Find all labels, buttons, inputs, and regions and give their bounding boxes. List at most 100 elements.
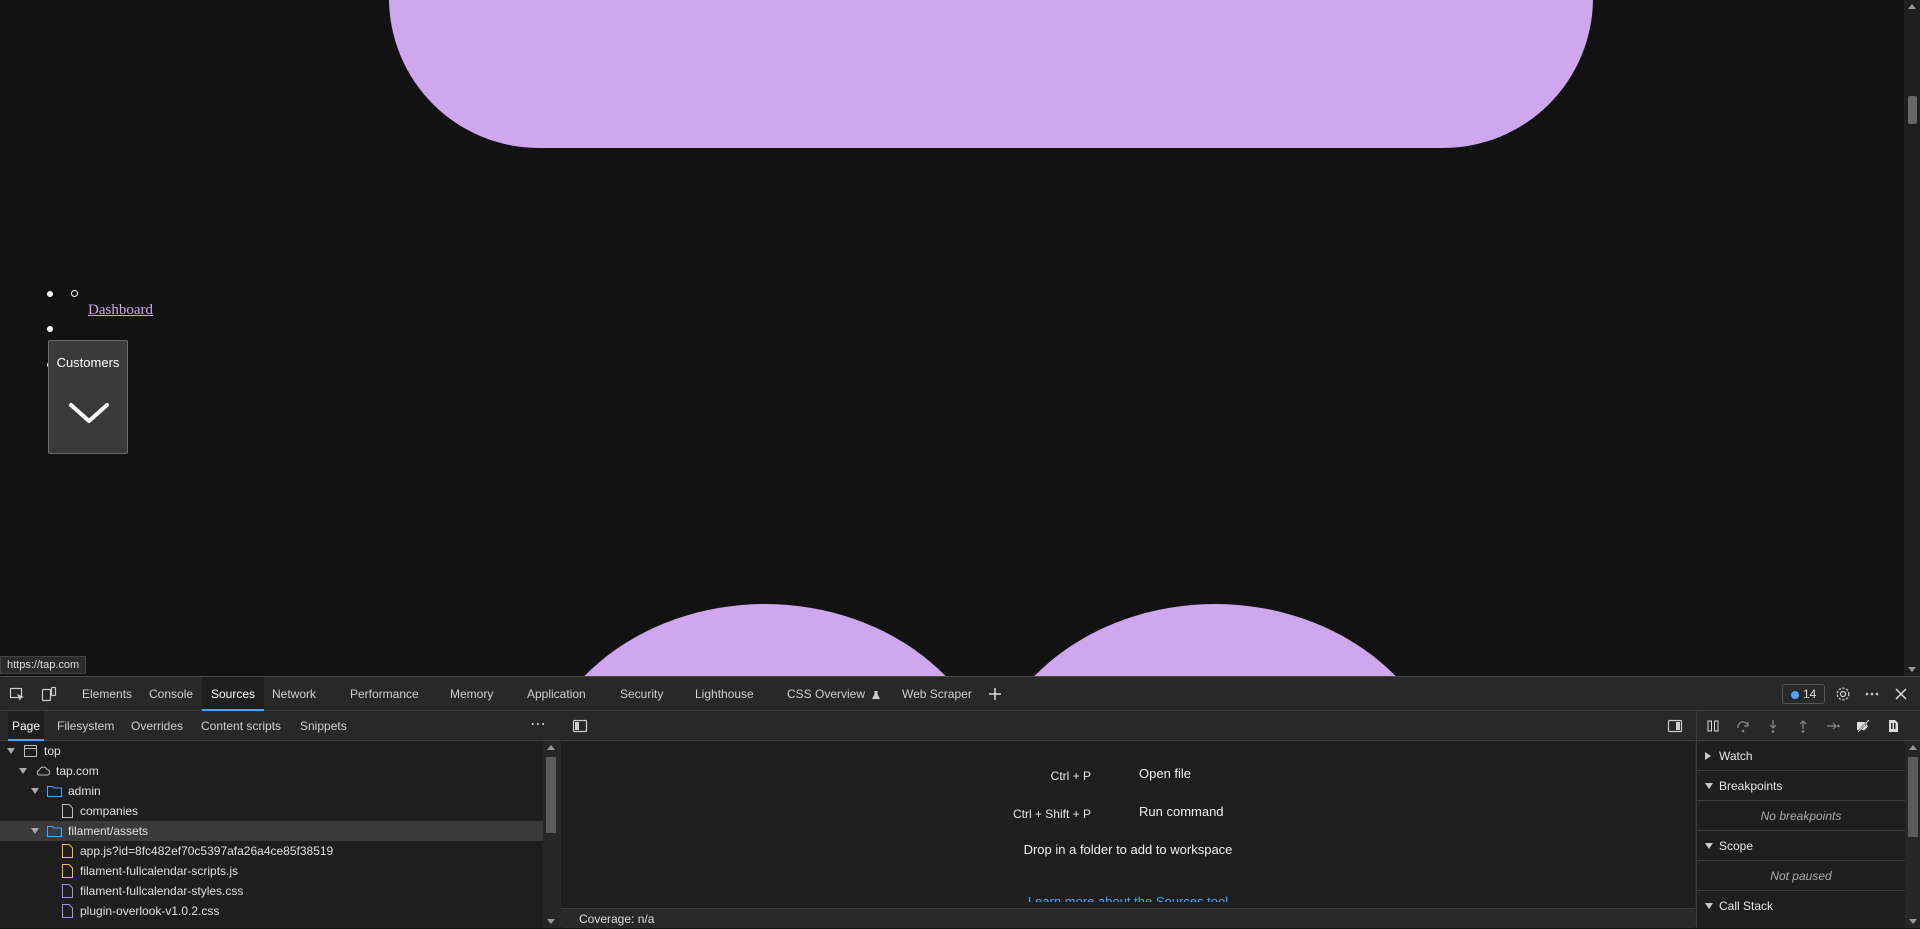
scroll-up-icon[interactable] [1909,745,1917,750]
tab-sources[interactable]: Sources [202,677,265,711]
breakpoints-label: Breakpoints [1719,779,1783,793]
expand-triangle-icon [1705,783,1713,789]
tree-item-domain[interactable]: tap.com [0,761,543,781]
page-scrollbar-thumb[interactable] [1908,96,1917,124]
customers-menu-button[interactable]: Customers [48,340,128,454]
devtools-tabbar: Elements Console Sources Network Perform… [0,677,1920,711]
experiment-flask-icon [872,690,881,699]
debugger-scrollbar[interactable] [1905,741,1920,928]
customers-label: Customers [56,355,120,370]
tree-item-label: tap.com [56,764,99,778]
tree-item-label: filament-fullcalendar-scripts.js [80,864,239,878]
tree-item-label: filament/assets [68,824,149,838]
tree-item-file[interactable]: app.js?id=8fc482ef70c5397afa26a4ce85f385… [0,841,543,861]
tree-item-file[interactable]: companies [0,801,543,821]
tab-network[interactable]: Network [264,677,324,711]
status-url-tooltip: https://tap.com [0,656,87,674]
tree-item-folder[interactable]: admin [0,781,543,801]
tab-performance[interactable]: Performance [342,677,427,711]
tab-application[interactable]: Application [519,677,594,711]
device-toolbar-icon[interactable] [41,686,57,702]
expand-triangle-icon[interactable] [31,828,39,834]
sub-list-bullet [71,290,78,297]
more-options-icon[interactable] [1864,686,1880,702]
coverage-status: Coverage: n/a [561,908,1695,928]
js-file-icon [62,844,73,858]
tab-security[interactable]: Security [612,677,671,711]
tree-item-label: plugin-overlook-v1.0.2.css [80,904,220,918]
watch-label: Watch [1719,749,1753,763]
tab-lighthouse[interactable]: Lighthouse [687,677,762,711]
navigator-subtabs: Page Filesystem Overrides Content script… [0,711,560,741]
scroll-down-icon[interactable] [547,919,555,924]
tree-item-label: filament-fullcalendar-styles.css [80,884,244,898]
page-viewport: Dashboard Customers https://tap.com [0,0,1920,676]
more-tabs-icon[interactable]: ⋯ [530,711,546,741]
tree-item-file[interactable]: filament-fullcalendar-styles.css [0,881,543,901]
pause-icon[interactable] [1705,718,1721,734]
debugger-scrollbar-thumb[interactable] [1908,757,1918,837]
sources-navigator: Page Filesystem Overrides Content script… [0,711,560,928]
add-tab-icon[interactable] [987,686,1003,702]
not-paused-message: Not paused [1697,861,1905,891]
tab-memory[interactable]: Memory [442,677,501,711]
list-bullet [47,326,53,332]
expand-triangle-icon [1705,903,1713,909]
subtab-page[interactable]: Page [8,711,45,741]
devtools-panel: Elements Console Sources Network Perform… [0,676,1920,928]
expand-triangle-icon[interactable] [7,748,15,754]
decorative-blob-bottom-right [980,604,1450,676]
scope-section-header[interactable]: Scope [1697,831,1905,861]
subtab-snippets[interactable]: Snippets [300,711,347,741]
folder-icon [47,786,62,797]
close-icon[interactable] [1893,686,1909,702]
tree-item-folder-selected[interactable]: filament/assets [0,821,543,841]
call-stack-section-header[interactable]: Call Stack [1697,891,1905,921]
step-into-icon[interactable] [1765,718,1781,734]
file-tree-scrollbar[interactable] [543,741,560,928]
shortcut-action-run-command: Run command [1139,804,1224,819]
expand-triangle-icon [1705,843,1713,849]
subtab-overrides[interactable]: Overrides [131,711,183,741]
dashboard-link[interactable]: Dashboard [88,302,153,319]
expand-triangle-icon[interactable] [19,768,27,774]
scroll-down-icon[interactable] [1908,667,1916,672]
tree-item-label: admin [68,784,101,798]
tree-item-file[interactable]: filament-fullcalendar-scripts.js [0,861,543,881]
tab-elements[interactable]: Elements [74,677,140,711]
inspect-element-icon[interactable] [9,686,25,702]
step-over-icon[interactable] [1735,718,1751,734]
subtab-content-scripts[interactable]: Content scripts [201,711,281,741]
toggle-debugger-icon[interactable] [1667,718,1683,734]
decorative-blob-top [389,0,1593,148]
gear-icon[interactable] [1835,686,1851,702]
chevron-down-icon [69,403,109,423]
tree-item-file[interactable]: plugin-overlook-v1.0.2.css [0,901,543,921]
tree-item-top[interactable]: top [0,741,543,761]
shortcut-keys-run-command: Ctrl + Shift + P [1012,807,1091,821]
tab-css-overview-label: CSS Overview [787,687,866,701]
step-icon[interactable] [1825,718,1841,734]
pause-on-exceptions-icon[interactable] [1885,718,1901,734]
subtab-filesystem[interactable]: Filesystem [57,711,114,741]
issues-counter-badge[interactable]: 14 [1782,684,1826,704]
scroll-up-icon[interactable] [547,745,555,750]
page-scrollbar[interactable] [1904,0,1920,676]
file-tree-scrollbar-thumb[interactable] [546,757,556,833]
issue-icon [1791,690,1799,699]
tab-web-scraper[interactable]: Web Scraper [894,677,980,711]
learn-more-link[interactable]: Learn more about the Sources tool [561,894,1695,902]
tab-console[interactable]: Console [141,677,201,711]
sources-editor: Ctrl + P Open file Ctrl + Shift + P Run … [561,711,1695,928]
scroll-down-icon[interactable] [1909,919,1917,924]
step-out-icon[interactable] [1795,718,1811,734]
expand-triangle-icon[interactable] [31,788,39,794]
tab-css-overview[interactable]: CSS Overview [779,677,889,711]
drop-folder-hint: Drop in a folder to add to workspace [1023,842,1233,857]
watch-section-header[interactable]: Watch [1697,741,1905,771]
breakpoints-section-header[interactable]: Breakpoints [1697,771,1905,801]
deactivate-breakpoints-icon[interactable] [1855,718,1871,734]
toggle-navigator-icon[interactable] [572,718,588,734]
tree-item-label: app.js?id=8fc482ef70c5397afa26a4ce85f385… [80,844,334,858]
scroll-up-icon[interactable] [1908,4,1916,9]
